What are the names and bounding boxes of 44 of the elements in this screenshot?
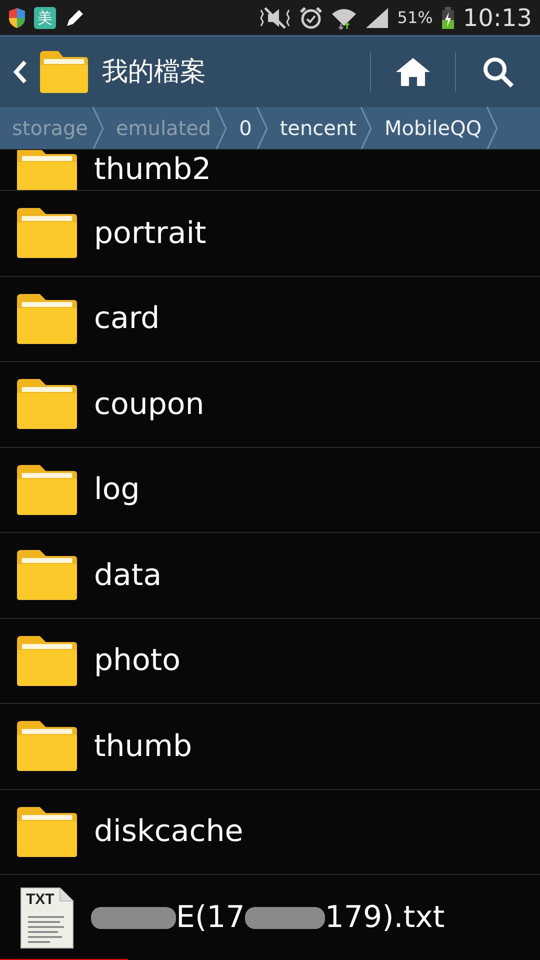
folder-icon	[17, 721, 77, 772]
chevron-divider	[360, 107, 372, 149]
screen-title: 我的檔案	[102, 56, 207, 88]
folder-icon	[17, 150, 77, 190]
file-name: coupon	[94, 386, 204, 424]
file-name: portrait	[94, 214, 206, 253]
folder-icon	[17, 294, 77, 344]
file-name: log	[94, 471, 140, 510]
breadcrumb-item[interactable]: MobileQQ	[372, 107, 486, 149]
home-icon	[395, 57, 431, 87]
file-name: thumb	[94, 728, 192, 766]
file-name: diskcache	[94, 813, 244, 852]
app-icon: 美	[34, 6, 56, 28]
partial-row[interactable]: thumb2	[0, 150, 540, 191]
chevron-divider	[92, 107, 104, 149]
battery-percent: 51%	[397, 6, 433, 28]
folder-icon	[17, 550, 77, 600]
breadcrumb-item[interactable]: tencent	[268, 107, 360, 149]
signal-icon	[365, 6, 390, 28]
chevron-divider	[256, 107, 268, 149]
folder-icon	[17, 636, 77, 686]
file-name: card	[94, 300, 160, 338]
document-icon	[20, 886, 74, 949]
file-name-part: E(17	[176, 899, 245, 938]
chevron-divider	[215, 107, 228, 149]
file-name: thumb2	[94, 151, 212, 189]
battery-icon	[440, 6, 455, 30]
folder-icon	[17, 464, 77, 515]
back-icon	[13, 60, 27, 84]
folder-icon	[17, 806, 77, 857]
folder-icon	[17, 379, 77, 430]
breadcrumb-item[interactable]: 0	[227, 107, 256, 149]
clock: 10:13	[462, 2, 532, 34]
folder-icon	[40, 51, 88, 93]
mute-icon	[259, 6, 292, 30]
shield-icon	[8, 6, 26, 28]
chevron-divider	[486, 107, 498, 149]
alarm-icon	[299, 6, 324, 30]
search-icon	[482, 56, 514, 88]
file-name: data	[94, 556, 162, 595]
file-type-label: TXT	[26, 890, 54, 908]
file-name: photo	[94, 642, 181, 680]
file-name-part: 179).txt	[324, 899, 445, 938]
folder-icon	[17, 208, 77, 258]
